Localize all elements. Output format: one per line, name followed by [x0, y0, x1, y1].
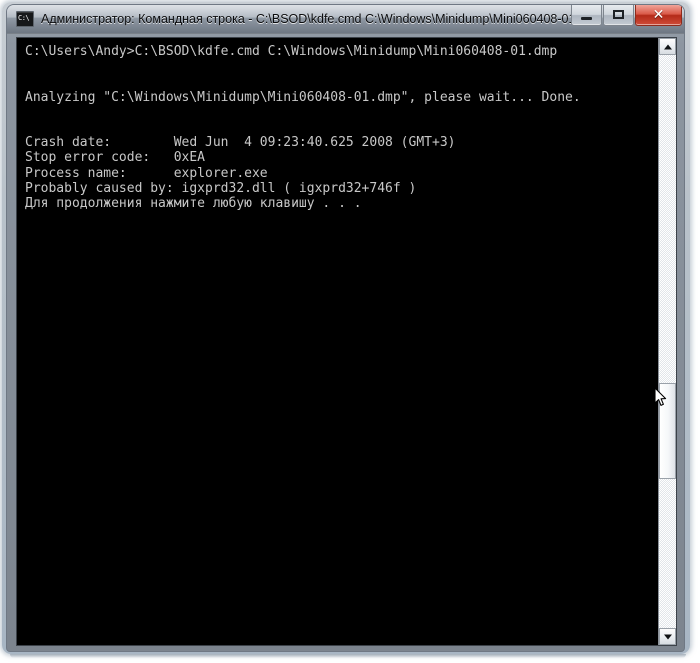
scroll-up-button[interactable]	[659, 38, 676, 55]
scroll-down-button[interactable]	[659, 628, 676, 645]
scrollbar-thumb[interactable]	[659, 383, 676, 479]
chevron-up-icon	[663, 44, 672, 49]
close-icon: ✕	[652, 7, 665, 23]
chevron-down-icon	[663, 634, 672, 639]
minimize-icon	[581, 17, 592, 20]
command-prompt-window: Администратор: Командная строка - C:\BSO…	[6, 4, 685, 652]
console-line-press-any-key: Для продолжения нажмите любую клавишу . …	[25, 195, 362, 211]
console-line: Analyzing "C:\Windows\Minidump\Mini06040…	[25, 89, 581, 105]
desktop-background: Администратор: Командная строка - C:\BSO…	[0, 0, 700, 663]
console-line-probably-caused-by: Probably caused by: igxprd32.dll ( igxpr…	[25, 180, 417, 196]
console-client-area: C:\Users\Andy>C:\BSOD\kdfe.cmd C:\Window…	[16, 37, 677, 646]
console-line-crash-date: Crash date: Wed Jun 4 09:23:40.625 2008 …	[25, 135, 456, 151]
vertical-scrollbar[interactable]	[658, 38, 676, 645]
minimize-button[interactable]	[571, 5, 602, 26]
window-drop-shadow	[10, 654, 686, 658]
console-line-process-name: Process name: explorer.exe	[25, 165, 268, 181]
maximize-button[interactable]	[603, 5, 634, 26]
console-output[interactable]: C:\Users\Andy>C:\BSOD\kdfe.cmd C:\Window…	[17, 38, 658, 645]
console-line: C:\Users\Andy>C:\BSOD\kdfe.cmd C:\Window…	[25, 44, 558, 59]
close-button[interactable]: ✕	[635, 5, 682, 26]
maximize-icon	[613, 10, 624, 19]
caption-buttons: ✕	[570, 5, 682, 27]
window-titlebar[interactable]: Администратор: Командная строка - C:\BSO…	[7, 5, 684, 34]
console-line-stop-error-code: Stop error code: 0xEA	[25, 150, 206, 166]
command-prompt-icon[interactable]	[16, 11, 34, 27]
